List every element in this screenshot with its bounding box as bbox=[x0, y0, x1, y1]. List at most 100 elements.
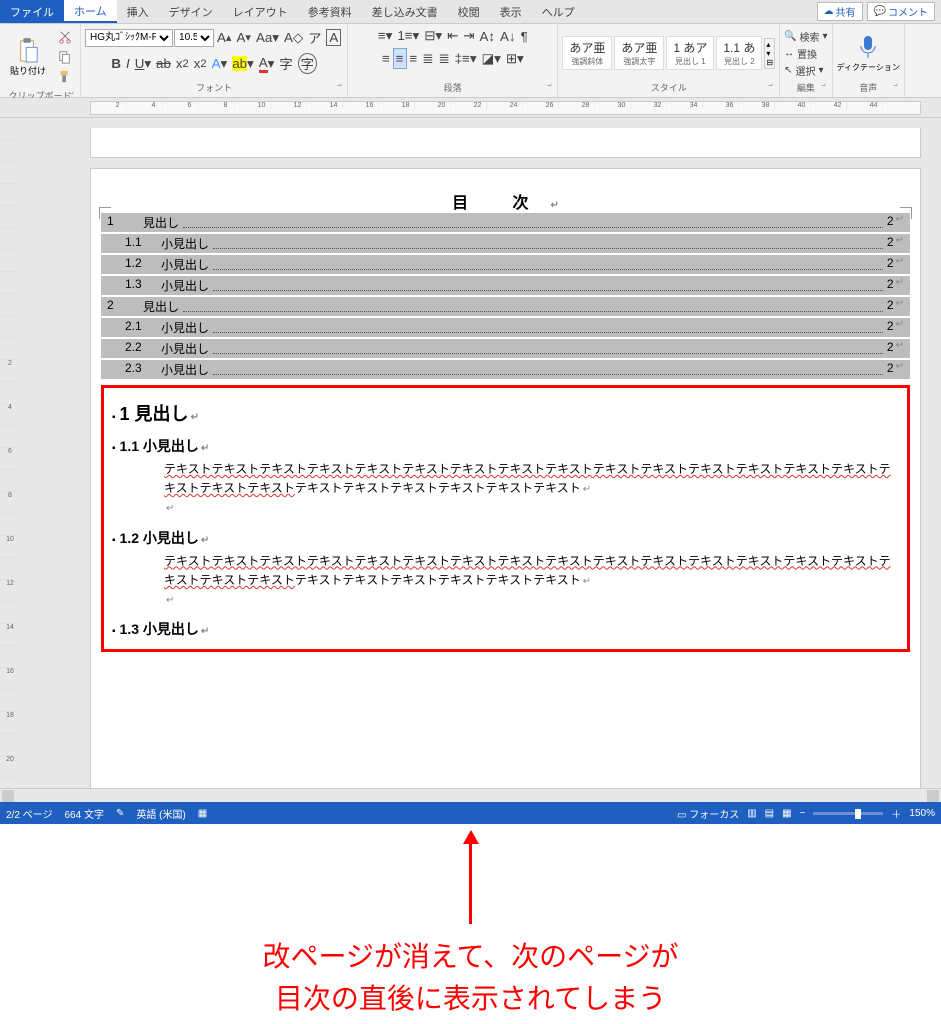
italic-button[interactable]: I bbox=[124, 54, 132, 73]
align-center-button[interactable]: ≡ bbox=[393, 48, 407, 69]
underline-button[interactable]: U▾ bbox=[133, 54, 153, 74]
paste-icon bbox=[17, 38, 39, 64]
text-effects-button[interactable]: A▾ bbox=[210, 54, 230, 74]
align-left-icon: ≡ bbox=[382, 51, 390, 66]
horizontal-ruler[interactable]: 2468101214161820222426283032343638404244 bbox=[0, 98, 941, 118]
font-color-button[interactable]: A▾ bbox=[257, 53, 277, 75]
print-layout-button[interactable]: ▥ bbox=[747, 808, 756, 819]
tab-file[interactable]: ファイル bbox=[0, 0, 64, 23]
linespace-icon: ‡≡▾ bbox=[455, 51, 477, 67]
strikethrough-button[interactable]: ab bbox=[154, 54, 173, 73]
grow-font-button[interactable]: A▴ bbox=[215, 28, 233, 47]
pilcrow-icon: ¶ bbox=[521, 29, 528, 44]
status-wordcount[interactable]: 664 文字 bbox=[64, 806, 103, 821]
share-button[interactable]: ☁共有 bbox=[817, 2, 863, 21]
tab-home[interactable]: ホーム bbox=[64, 0, 117, 23]
superscript-button[interactable]: x2 bbox=[192, 54, 209, 73]
borders-button[interactable]: ⊞▾ bbox=[504, 49, 526, 69]
document-area[interactable]: 24681012141618202224 目 次↵ 1見出し2↵1.1小見出し2… bbox=[0, 118, 941, 788]
status-language[interactable]: 英語 (米国) bbox=[136, 806, 185, 821]
toc-row[interactable]: 2.1小見出し2↵ bbox=[101, 318, 910, 337]
show-marks-button[interactable]: ¶ bbox=[519, 27, 530, 46]
status-spellcheck[interactable]: ✎ bbox=[116, 808, 124, 819]
decrease-indent-button[interactable]: ⇤ bbox=[445, 26, 460, 46]
change-case-button[interactable]: Aa▾ bbox=[254, 28, 281, 48]
indent-icon: ⇥ bbox=[463, 28, 474, 44]
microphone-icon bbox=[857, 34, 879, 60]
character-border-button[interactable]: A bbox=[324, 27, 343, 48]
tab-references[interactable]: 参考資料 bbox=[298, 0, 362, 23]
tab-view[interactable]: 表示 bbox=[490, 0, 532, 23]
toc-row[interactable]: 2.2小見出し2↵ bbox=[101, 339, 910, 358]
shrink-font-button[interactable]: A▾ bbox=[234, 28, 252, 47]
tab-insert[interactable]: 挿入 bbox=[117, 0, 159, 23]
style-tile-0[interactable]: あア亜強調斜体 bbox=[562, 36, 612, 70]
toc-row[interactable]: 1.3小見出し2↵ bbox=[101, 276, 910, 295]
replace-icon: ↔ bbox=[784, 48, 794, 59]
styles-more-button[interactable]: ▴▾⊟ bbox=[764, 38, 775, 69]
subscript-button[interactable]: x2 bbox=[174, 54, 191, 73]
select-button[interactable]: ↖選択▾ bbox=[784, 63, 827, 78]
vertical-ruler[interactable]: 24681012141618202224 bbox=[0, 118, 20, 788]
cursor-icon: ↖ bbox=[784, 65, 792, 76]
replace-button[interactable]: ↔置換 bbox=[784, 46, 827, 61]
bullets-button[interactable]: ≡▾ bbox=[376, 26, 394, 46]
numbering-button[interactable]: 1≡▾ bbox=[395, 26, 421, 46]
tab-bar: ファイル ホーム 挿入 デザイン レイアウト 参考資料 差し込み文書 校閲 表示… bbox=[0, 0, 941, 24]
shading-button[interactable]: ◪▾ bbox=[480, 49, 503, 69]
toc-row[interactable]: 2見出し2↵ bbox=[101, 297, 910, 316]
style-tile-1[interactable]: あア亜強調太字 bbox=[614, 36, 664, 70]
dictate-button[interactable]: ディクテーション bbox=[837, 34, 900, 73]
sort-button[interactable]: A↓ bbox=[498, 27, 518, 46]
multilevel-list-button[interactable]: ⊟▾ bbox=[422, 26, 444, 46]
zoom-thumb[interactable] bbox=[855, 809, 861, 819]
copy-button[interactable] bbox=[56, 48, 74, 66]
distribute-button[interactable]: ≣ bbox=[436, 49, 451, 69]
zoom-level[interactable]: 150% bbox=[909, 808, 935, 819]
font-size-select[interactable]: 10.5 bbox=[174, 29, 214, 47]
cut-button[interactable] bbox=[56, 28, 74, 46]
horizontal-scrollbar[interactable] bbox=[0, 788, 941, 802]
status-page[interactable]: 2/2 ページ bbox=[6, 806, 52, 821]
web-layout-button[interactable]: ▦ bbox=[782, 808, 791, 819]
zoom-slider[interactable] bbox=[813, 812, 883, 815]
style-tile-3[interactable]: 1.1 あ見出し 2 bbox=[716, 36, 762, 70]
highlight-button[interactable]: ab▾ bbox=[230, 54, 256, 74]
phonetic-guide-button[interactable]: ア bbox=[306, 26, 323, 49]
font-name-select[interactable]: HG丸ｺﾞｼｯｸM-P bbox=[85, 29, 173, 47]
bold-button[interactable]: B bbox=[109, 54, 123, 73]
tab-layout[interactable]: レイアウト bbox=[223, 0, 298, 23]
paste-button[interactable]: 貼り付け bbox=[4, 36, 52, 79]
format-painter-button[interactable] bbox=[56, 68, 74, 86]
line-spacing-button[interactable]: ‡≡▾ bbox=[453, 49, 479, 69]
find-button[interactable]: 🔍検索▾ bbox=[784, 29, 827, 44]
previous-page-bottom bbox=[90, 128, 921, 158]
align-right-button[interactable]: ≡ bbox=[408, 49, 420, 68]
document-page[interactable]: 目 次↵ 1見出し2↵1.1小見出し2↵1.2小見出し2↵1.3小見出し2↵2見… bbox=[90, 168, 921, 788]
tab-mailings[interactable]: 差し込み文書 bbox=[362, 0, 448, 23]
tab-help[interactable]: ヘルプ bbox=[532, 0, 585, 23]
character-shading-button[interactable]: 字 bbox=[277, 52, 294, 75]
align-left-button[interactable]: ≡ bbox=[380, 49, 392, 68]
text-direction-button[interactable]: A↕ bbox=[477, 27, 497, 46]
zoom-in-button[interactable]: ＋ bbox=[891, 806, 901, 821]
tab-design[interactable]: デザイン bbox=[159, 0, 223, 23]
tab-review[interactable]: 校閲 bbox=[448, 0, 490, 23]
toc-row[interactable]: 1.2小見出し2↵ bbox=[101, 255, 910, 274]
toc-row[interactable]: 1見出し2↵ bbox=[101, 213, 910, 232]
justify-button[interactable]: ≣ bbox=[420, 49, 435, 69]
clear-formatting-button[interactable]: A◇ bbox=[282, 28, 305, 48]
toc-row[interactable]: 2.3小見出し2↵ bbox=[101, 360, 910, 379]
status-macro[interactable]: ▦ bbox=[198, 808, 207, 819]
read-mode-button[interactable]: ▤ bbox=[765, 808, 774, 819]
comment-button[interactable]: 💬コメント bbox=[867, 2, 935, 21]
increase-indent-button[interactable]: ⇥ bbox=[461, 26, 476, 46]
zoom-out-button[interactable]: − bbox=[800, 808, 806, 819]
focus-mode-button[interactable]: ▭ フォーカス bbox=[677, 806, 739, 821]
scroll-left-button[interactable] bbox=[2, 790, 14, 802]
style-tile-2[interactable]: 1 あア見出し 1 bbox=[666, 36, 714, 70]
scroll-right-button[interactable] bbox=[927, 790, 939, 802]
toc-row[interactable]: 1.1小見出し2↵ bbox=[101, 234, 910, 253]
ribbon-group-paragraph: ≡▾ 1≡▾ ⊟▾ ⇤ ⇥ A↕ A↓ ¶ ≡ ≡ ≡ ≣ ≣ ‡≡▾ ◪▾ bbox=[348, 24, 558, 97]
enclose-characters-button[interactable]: 字 bbox=[296, 51, 319, 76]
